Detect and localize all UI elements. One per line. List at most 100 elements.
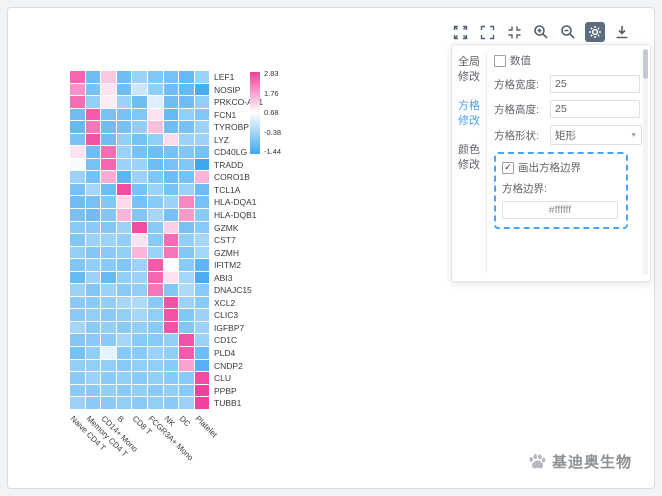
- heatmap-cell[interactable]: [70, 347, 85, 359]
- heatmap-cell[interactable]: [86, 109, 101, 121]
- heatmap-cell[interactable]: [195, 84, 210, 96]
- fullscreen-icon[interactable]: [477, 22, 497, 42]
- heatmap-cell[interactable]: [132, 196, 147, 208]
- heatmap-cell[interactable]: [132, 397, 147, 409]
- heatmap-cell[interactable]: [148, 322, 163, 334]
- heatmap-cell[interactable]: [179, 347, 194, 359]
- heatmap-cell[interactable]: [195, 322, 210, 334]
- heatmap-cell[interactable]: [179, 360, 194, 372]
- heatmap-cell[interactable]: [164, 297, 179, 309]
- heatmap-cell[interactable]: [70, 297, 85, 309]
- heatmap-cell[interactable]: [86, 397, 101, 409]
- heatmap-cell[interactable]: [86, 146, 101, 158]
- heatmap-cell[interactable]: [86, 322, 101, 334]
- heatmap-cell[interactable]: [117, 171, 132, 183]
- heatmap-cell[interactable]: [195, 297, 210, 309]
- heatmap-cell[interactable]: [179, 159, 194, 171]
- heatmap-cell[interactable]: [195, 385, 210, 397]
- heatmap-cell[interactable]: [101, 322, 116, 334]
- heatmap-cell[interactable]: [195, 171, 210, 183]
- heatmap-cell[interactable]: [179, 309, 194, 321]
- heatmap-cell[interactable]: [195, 134, 210, 146]
- heatmap-cell[interactable]: [164, 209, 179, 221]
- heatmap-cell[interactable]: [148, 222, 163, 234]
- heatmap-cell[interactable]: [195, 209, 210, 221]
- heatmap-cell[interactable]: [70, 96, 85, 108]
- heatmap-cell[interactable]: [148, 309, 163, 321]
- heatmap-cell[interactable]: [164, 385, 179, 397]
- heatmap-cell[interactable]: [148, 234, 163, 246]
- heatmap-cell[interactable]: [164, 109, 179, 121]
- heatmap-cell[interactable]: [195, 96, 210, 108]
- heatmap-cell[interactable]: [179, 272, 194, 284]
- heatmap-cell[interactable]: [179, 222, 194, 234]
- heatmap-cell[interactable]: [101, 146, 116, 158]
- heatmap-cell[interactable]: [132, 259, 147, 271]
- heatmap-cell[interactable]: [132, 121, 147, 133]
- heatmap-cell[interactable]: [132, 309, 147, 321]
- heatmap-cell[interactable]: [117, 334, 132, 346]
- heatmap-cell[interactable]: [70, 196, 85, 208]
- heatmap-cell[interactable]: [117, 121, 132, 133]
- heatmap-cell[interactable]: [132, 334, 147, 346]
- heatmap-cell[interactable]: [86, 184, 101, 196]
- heatmap-cell[interactable]: [70, 121, 85, 133]
- heatmap-cell[interactable]: [195, 397, 210, 409]
- heatmap-cell[interactable]: [117, 222, 132, 234]
- heatmap-cell[interactable]: [70, 385, 85, 397]
- heatmap-cell[interactable]: [148, 96, 163, 108]
- heatmap-cell[interactable]: [86, 171, 101, 183]
- heatmap-cell[interactable]: [132, 159, 147, 171]
- heatmap-cell[interactable]: [132, 360, 147, 372]
- cell-width-input[interactable]: [550, 75, 640, 93]
- heatmap-cell[interactable]: [70, 209, 85, 221]
- heatmap-cell[interactable]: [148, 247, 163, 259]
- heatmap-cell[interactable]: [117, 309, 132, 321]
- heatmap-cell[interactable]: [117, 397, 132, 409]
- heatmap-cell[interactable]: [148, 360, 163, 372]
- heatmap-cell[interactable]: [179, 96, 194, 108]
- heatmap-cell[interactable]: [117, 71, 132, 83]
- heatmap-cell[interactable]: [117, 247, 132, 259]
- heatmap-cell[interactable]: [195, 196, 210, 208]
- heatmap-cell[interactable]: [117, 284, 132, 296]
- heatmap-cell[interactable]: [164, 272, 179, 284]
- heatmap-cell[interactable]: [70, 134, 85, 146]
- heatmap-cell[interactable]: [132, 109, 147, 121]
- heatmap-cell[interactable]: [86, 372, 101, 384]
- heatmap-cell[interactable]: [132, 222, 147, 234]
- heatmap-cell[interactable]: [179, 71, 194, 83]
- compress-icon[interactable]: [504, 22, 524, 42]
- heatmap-cell[interactable]: [195, 272, 210, 284]
- heatmap-cell[interactable]: [86, 360, 101, 372]
- heatmap-cell[interactable]: [164, 234, 179, 246]
- heatmap-cell[interactable]: [117, 297, 132, 309]
- nav-global-modify[interactable]: 全局 修改: [452, 55, 486, 85]
- heatmap-cell[interactable]: [86, 96, 101, 108]
- heatmap-cell[interactable]: [195, 146, 210, 158]
- heatmap-cell[interactable]: [148, 259, 163, 271]
- panel-scrollbar-thumb[interactable]: [643, 49, 648, 79]
- heatmap-cell[interactable]: [195, 259, 210, 271]
- heatmap-cell[interactable]: [164, 159, 179, 171]
- heatmap-cell[interactable]: [101, 360, 116, 372]
- heatmap-cell[interactable]: [70, 284, 85, 296]
- heatmap-cell[interactable]: [164, 96, 179, 108]
- heatmap-cell[interactable]: [70, 334, 85, 346]
- heatmap-cell[interactable]: [164, 322, 179, 334]
- heatmap-cell[interactable]: [101, 372, 116, 384]
- heatmap-cell[interactable]: [132, 372, 147, 384]
- heatmap-cell[interactable]: [117, 84, 132, 96]
- heatmap-cell[interactable]: [148, 184, 163, 196]
- heatmap-cell[interactable]: [148, 334, 163, 346]
- heatmap-cell[interactable]: [101, 234, 116, 246]
- heatmap-cell[interactable]: [148, 121, 163, 133]
- cell-shape-select[interactable]: 矩形 ▼: [550, 125, 642, 145]
- heatmap-cell[interactable]: [70, 159, 85, 171]
- heatmap-cell[interactable]: [101, 334, 116, 346]
- heatmap-cell[interactable]: [101, 297, 116, 309]
- value-checkbox[interactable]: [494, 55, 506, 67]
- heatmap-cell[interactable]: [164, 247, 179, 259]
- heatmap-cell[interactable]: [179, 334, 194, 346]
- heatmap-cell[interactable]: [132, 134, 147, 146]
